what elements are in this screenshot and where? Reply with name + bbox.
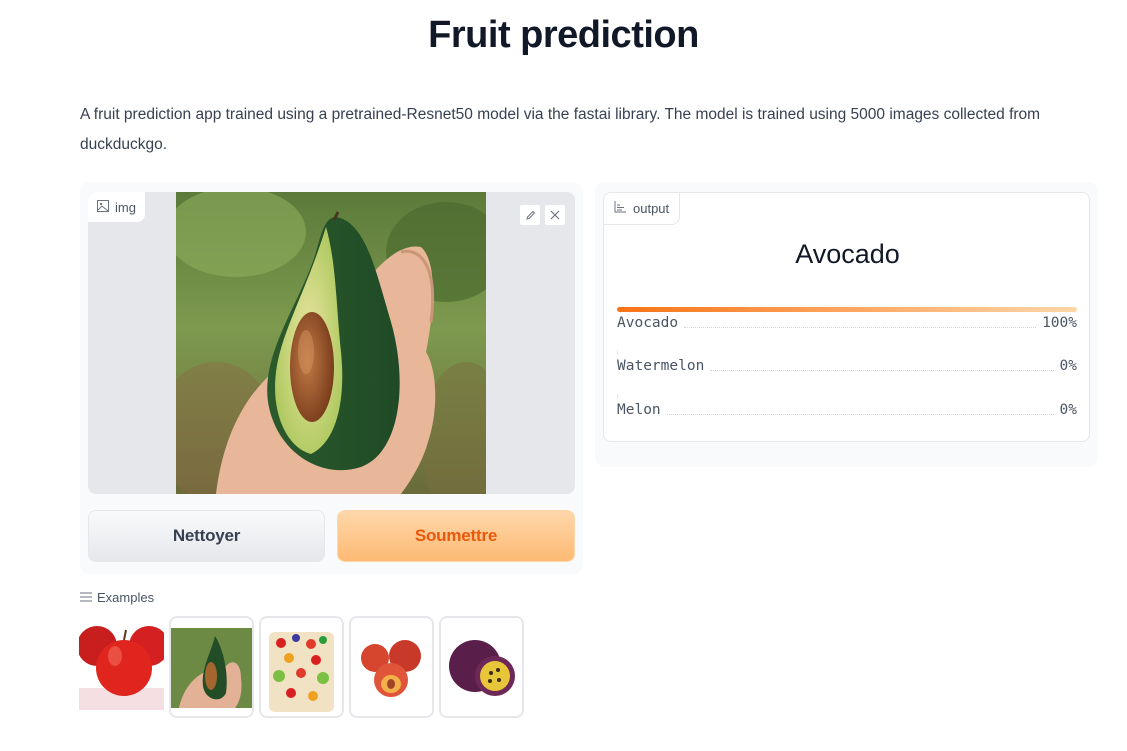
confidence-label: Avocado [617,315,679,331]
bar-chart-icon [614,201,626,216]
confidence-value: 100% [1042,315,1077,331]
example-avocado[interactable] [169,616,254,718]
confidence-value: 0% [1059,358,1077,374]
confidence-label: Watermelon [617,358,705,374]
clear-button[interactable]: Nettoyer [88,510,325,562]
confidence-row: Watermelon 0% [617,350,1077,377]
label-output: output Avocado Avocado 100% Watermelon 0… [603,192,1090,442]
predicted-label: Avocado [795,239,900,269]
output-label: output [604,193,681,225]
example-fruit-cake[interactable] [259,616,344,718]
submit-button[interactable]: Soumettre [337,510,575,562]
example-passion-fruit[interactable] [439,616,524,718]
list-icon [80,590,92,605]
examples-label: Examples [80,590,154,605]
output-panel: output Avocado Avocado 100% Watermelon 0… [595,182,1098,467]
confidence-row: Melon 0% [617,394,1077,421]
image-icon [97,199,109,215]
image-upload[interactable]: img [88,192,575,494]
image-input-label: img [88,192,145,222]
uploaded-image [176,192,486,494]
example-apples[interactable] [79,616,164,718]
confidence-row: Avocado 100% [617,307,1077,334]
image-edit-controls [519,204,566,226]
page-title: Fruit prediction [428,14,699,56]
confidence-value: 0% [1059,402,1077,418]
input-panel: img Nettoyer Soumettre [80,182,583,574]
confidence-label: Melon [617,402,661,418]
app-description: A fruit prediction app trained using a p… [80,106,1041,153]
pencil-icon[interactable] [519,204,541,226]
example-peaches[interactable] [349,616,434,718]
close-icon[interactable] [544,204,566,226]
